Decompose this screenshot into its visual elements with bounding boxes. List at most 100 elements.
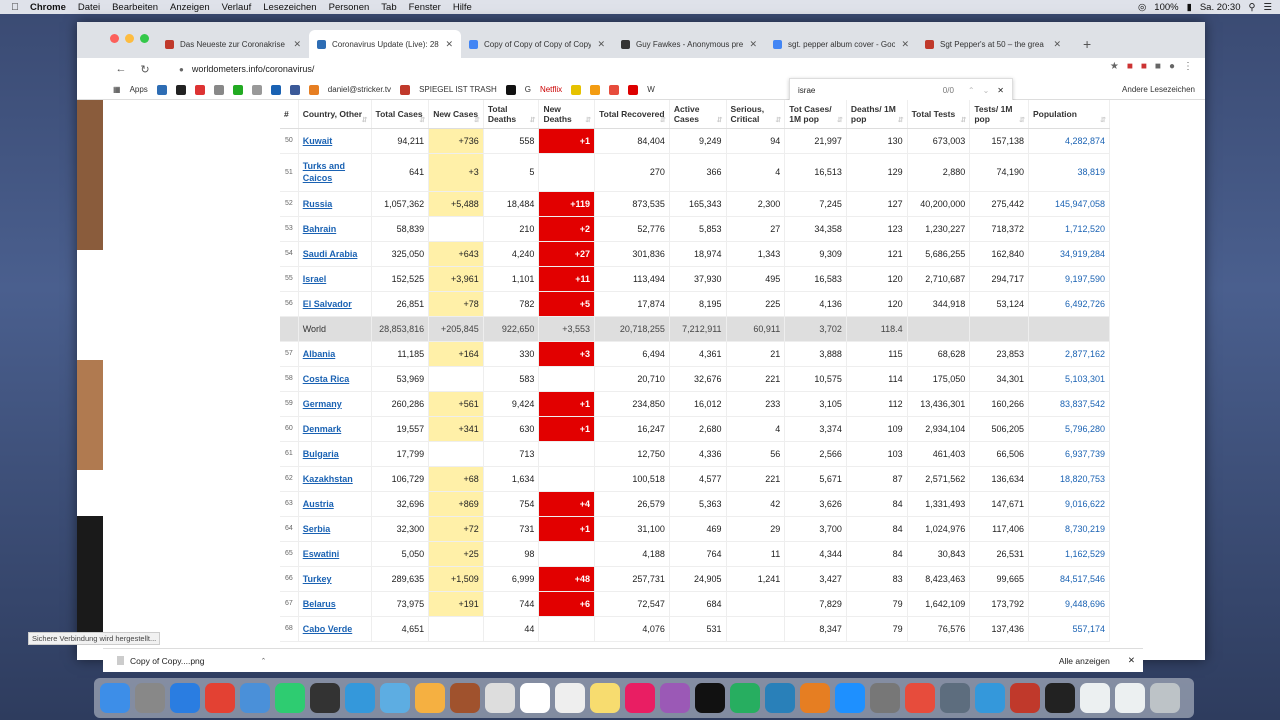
tab-0[interactable]: Das Neueste zur Coronakrise ✕ bbox=[157, 30, 309, 58]
find-next-icon[interactable]: ⌄ bbox=[983, 86, 990, 95]
address-bar[interactable]: ● worldometers.info/coronavirus/ bbox=[175, 60, 975, 78]
safari-icon[interactable] bbox=[170, 683, 200, 713]
tab-close-icon[interactable]: ✕ bbox=[597, 39, 605, 50]
country-link[interactable]: Kazakhstan bbox=[298, 466, 372, 492]
population[interactable]: 84,517,546 bbox=[1028, 566, 1111, 592]
col-total-recovered[interactable]: Total Recovered ⇵ bbox=[594, 100, 670, 129]
menu-list-icon[interactable]: ☰ bbox=[1263, 2, 1272, 13]
country-link[interactable]: Austria bbox=[298, 491, 372, 517]
calendar-icon[interactable] bbox=[520, 683, 550, 713]
app-icon[interactable] bbox=[905, 683, 935, 713]
download-item[interactable]: Copy of Copy....png ⌃ bbox=[117, 656, 266, 666]
bookmark-favicon-icon[interactable] bbox=[270, 84, 281, 95]
apple-icon[interactable]:  bbox=[0, 2, 30, 13]
bookmark-google[interactable]: G bbox=[525, 85, 531, 94]
country-link[interactable]: Serbia bbox=[298, 516, 372, 542]
spotlight-icon[interactable]: ⚲ bbox=[1249, 2, 1256, 13]
photos-icon[interactable] bbox=[415, 683, 445, 713]
bookmark-favicon-icon[interactable] bbox=[232, 84, 243, 95]
country-link[interactable]: Belarus bbox=[298, 591, 372, 617]
country-link[interactable]: Saudi Arabia bbox=[298, 241, 372, 267]
col-active-cases[interactable]: Active Cases ⇵ bbox=[669, 100, 727, 129]
bookmark-favicon-icon[interactable] bbox=[289, 84, 300, 95]
menu-personen[interactable]: Personen bbox=[329, 2, 370, 13]
bookmark-favicon-icon[interactable] bbox=[505, 84, 516, 95]
bookmark-wikipedia[interactable]: W bbox=[647, 85, 655, 94]
extension-icon[interactable]: ■ bbox=[1127, 61, 1133, 72]
apps-icon[interactable]: ▦ bbox=[113, 85, 121, 94]
population[interactable]: 34,919,284 bbox=[1028, 241, 1111, 267]
bookmark-favicon-icon[interactable] bbox=[156, 84, 167, 95]
population[interactable]: 83,837,542 bbox=[1028, 391, 1111, 417]
tab-close-icon[interactable]: ✕ bbox=[445, 39, 453, 50]
more-menu-icon[interactable]: ⋮ bbox=[1183, 61, 1193, 72]
col-new-deaths[interactable]: New Deaths ⇵ bbox=[538, 100, 596, 129]
lock-icon[interactable]: ● bbox=[179, 65, 184, 74]
keynote-icon[interactable] bbox=[765, 683, 795, 713]
country-link[interactable]: Costa Rica bbox=[298, 366, 372, 392]
bookmark-favicon-icon[interactable] bbox=[571, 84, 582, 95]
extension-icon[interactable]: ■ bbox=[1155, 61, 1161, 72]
terminal-icon[interactable] bbox=[1045, 683, 1075, 713]
documents-stack-icon[interactable] bbox=[1115, 683, 1145, 713]
bookmark-daniel[interactable]: daniel@stricker.tv bbox=[328, 85, 391, 94]
col-cases-per-million[interactable]: Tot Cases/ 1M pop ⇵ bbox=[784, 100, 847, 129]
extension-icon[interactable]: ■ bbox=[1141, 61, 1147, 72]
profile-avatar-icon[interactable]: ● bbox=[1169, 61, 1175, 72]
col-population[interactable]: Population ⇵ bbox=[1028, 100, 1111, 129]
menu-anzeigen[interactable]: Anzeigen bbox=[170, 2, 210, 13]
population[interactable]: 6,937,739 bbox=[1028, 441, 1111, 467]
show-all-downloads[interactable]: Alle anzeigen bbox=[1059, 656, 1110, 666]
menu-datei[interactable]: Datei bbox=[78, 2, 100, 13]
population[interactable]: 9,448,696 bbox=[1028, 591, 1111, 617]
app-icon[interactable] bbox=[240, 683, 270, 713]
menu-lesezeichen[interactable]: Lesezeichen bbox=[263, 2, 316, 13]
country-link[interactable]: Albania bbox=[298, 341, 372, 367]
close-window-icon[interactable] bbox=[110, 34, 119, 43]
maps-icon[interactable] bbox=[380, 683, 410, 713]
tab-5[interactable]: Sgt Pepper's at 50 – the grea ✕ bbox=[917, 30, 1069, 58]
country-link[interactable]: Denmark bbox=[298, 416, 372, 442]
population[interactable]: 18,820,753 bbox=[1028, 466, 1111, 492]
menu-bearbeiten[interactable]: Bearbeiten bbox=[112, 2, 158, 13]
population[interactable]: 557,174 bbox=[1028, 616, 1111, 642]
population[interactable]: 4,282,874 bbox=[1028, 128, 1111, 154]
app-icon[interactable] bbox=[345, 683, 375, 713]
pages-icon[interactable] bbox=[800, 683, 830, 713]
col-total-cases[interactable]: Total Cases ⇵ bbox=[371, 100, 430, 129]
population[interactable]: 9,016,622 bbox=[1028, 491, 1111, 517]
tab-2[interactable]: Copy of Copy of Copy of Copy ✕ bbox=[461, 30, 613, 58]
launchpad-icon[interactable] bbox=[135, 683, 165, 713]
country-link[interactable]: Bulgaria bbox=[298, 441, 372, 467]
downloads-stack-icon[interactable] bbox=[1080, 683, 1110, 713]
clock[interactable]: Sa. 20:30 bbox=[1200, 2, 1241, 13]
population[interactable] bbox=[1028, 316, 1111, 342]
bookmark-spiegel[interactable]: SPIEGEL IST TRASH bbox=[419, 85, 497, 94]
tab-3[interactable]: Guy Fawkes - Anonymous pre ✕ bbox=[613, 30, 765, 58]
tab-close-icon[interactable]: ✕ bbox=[901, 39, 909, 50]
col-serious[interactable]: Serious, Critical ⇵ bbox=[726, 100, 786, 129]
trash-icon[interactable] bbox=[1150, 683, 1180, 713]
bookmark-favicon-icon[interactable] bbox=[194, 84, 205, 95]
download-filename[interactable]: Copy of Copy....png bbox=[130, 656, 205, 666]
find-prev-icon[interactable]: ⌃ bbox=[968, 86, 975, 95]
col-total-deaths[interactable]: Total Deaths ⇵ bbox=[483, 100, 540, 129]
system-preferences-icon[interactable] bbox=[870, 683, 900, 713]
messages-icon[interactable] bbox=[275, 683, 305, 713]
chevron-up-icon[interactable]: ⌃ bbox=[261, 657, 267, 665]
back-icon[interactable]: ← bbox=[111, 63, 131, 75]
battery-percent[interactable]: 100% bbox=[1154, 2, 1178, 13]
population[interactable]: 1,162,529 bbox=[1028, 541, 1111, 567]
music-icon[interactable] bbox=[625, 683, 655, 713]
reload-icon[interactable]: ↻ bbox=[135, 63, 155, 76]
numbers-icon[interactable] bbox=[730, 683, 760, 713]
tab-4[interactable]: sgt. pepper album cover - Goo ✕ bbox=[765, 30, 917, 58]
population[interactable]: 1,712,520 bbox=[1028, 216, 1111, 242]
country-link[interactable]: Turkey bbox=[298, 566, 372, 592]
tab-1[interactable]: Coronavirus Update (Live): 28 ✕ bbox=[309, 30, 461, 58]
population[interactable]: 8,730,219 bbox=[1028, 516, 1111, 542]
bookmark-favicon-icon[interactable] bbox=[590, 84, 601, 95]
find-close-icon[interactable]: ✕ bbox=[997, 86, 1004, 95]
population[interactable]: 2,877,162 bbox=[1028, 341, 1111, 367]
menu-fenster[interactable]: Fenster bbox=[409, 2, 441, 13]
